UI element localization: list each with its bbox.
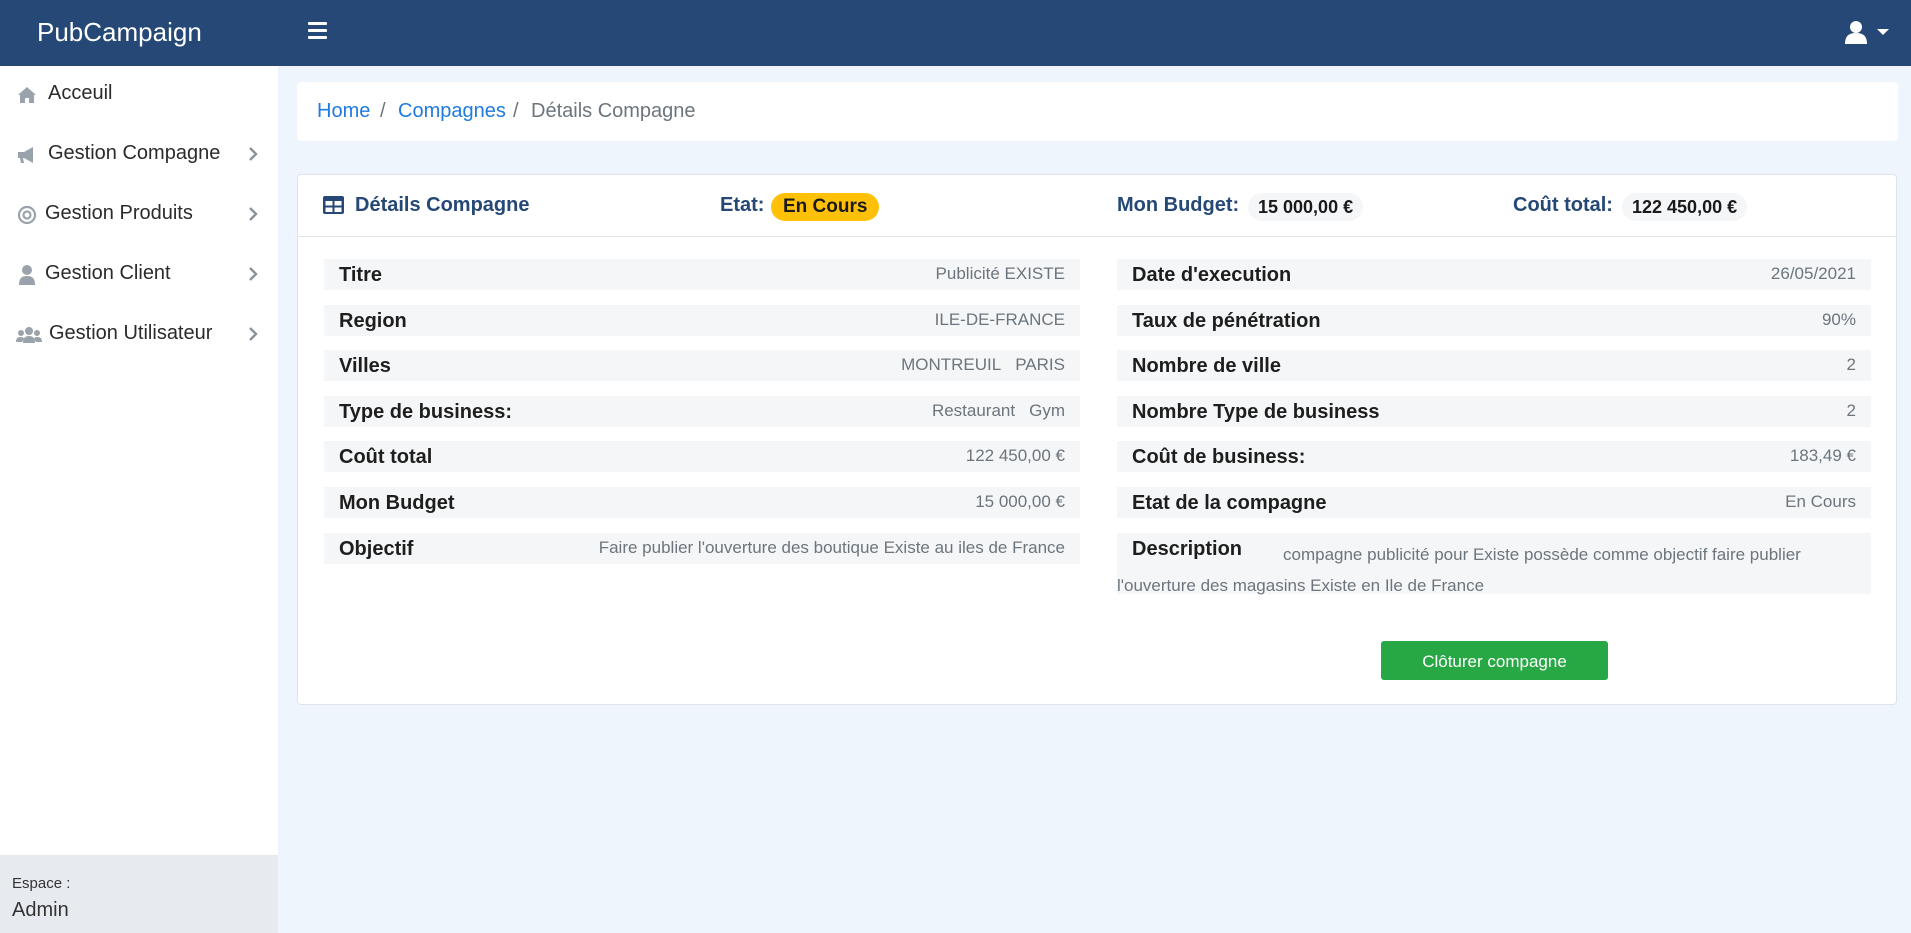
top-navbar: PubCampaign bbox=[0, 0, 1911, 66]
users-icon bbox=[16, 327, 42, 343]
bullseye-icon bbox=[17, 205, 37, 225]
sidebar-item-label: Gestion Client bbox=[45, 262, 171, 284]
sidebar-item-gestion-client[interactable]: Gestion Client bbox=[0, 246, 278, 302]
budget-badge: 15 000,00 € bbox=[1248, 193, 1364, 221]
budget-label: Mon Budget: bbox=[1117, 194, 1240, 216]
detail-label: Type de business: bbox=[339, 401, 513, 423]
table-icon bbox=[323, 196, 344, 214]
ville-tag: MONTREUIL bbox=[901, 355, 1002, 374]
close-campaign-button[interactable]: Clôturer compagne bbox=[1381, 641, 1608, 680]
detail-label: Etat de la compagne bbox=[1132, 492, 1327, 514]
sidebar-item-gestion-utilisateur[interactable]: Gestion Utilisateur bbox=[0, 306, 278, 362]
business-type-tag: Restaurant bbox=[931, 401, 1016, 420]
description-text: compagne publicité pour Existe possède c… bbox=[1117, 545, 1801, 595]
detail-row-description: Description compagne publicité pour Exis… bbox=[1117, 533, 1871, 595]
detail-value-list: MONTREUIL PARIS bbox=[901, 355, 1065, 375]
detail-row-taux-penetration: Taux de pénétration 90% bbox=[1117, 305, 1871, 336]
detail-label: Nombre Type de business bbox=[1132, 401, 1380, 423]
etat-status-badge: En Cours bbox=[771, 193, 880, 221]
detail-row-type-business: Type de business: Restaurant Gym bbox=[324, 396, 1080, 427]
detail-value: 15 000,00 € bbox=[975, 492, 1065, 511]
detail-label: Villes bbox=[339, 355, 391, 377]
detail-label: Region bbox=[339, 310, 407, 332]
detail-row-nombre-ville: Nombre de ville 2 bbox=[1117, 350, 1871, 381]
card-title: Détails Compagne bbox=[355, 194, 530, 216]
user-icon bbox=[19, 265, 35, 285]
chevron-right-icon bbox=[249, 327, 258, 341]
sidebar-item-label: Gestion Compagne bbox=[48, 142, 221, 164]
detail-value: ILE-DE-FRANCE bbox=[934, 310, 1065, 329]
detail-label: Nombre de ville bbox=[1132, 355, 1281, 377]
detail-label: Coût total bbox=[339, 446, 433, 468]
detail-row-etat-compagne: Etat de la compagne En Cours bbox=[1117, 487, 1871, 518]
caret-down-icon bbox=[1877, 29, 1889, 35]
breadcrumb-home-link[interactable]: Home bbox=[317, 100, 370, 123]
brand-logo[interactable]: PubCampaign bbox=[37, 17, 202, 48]
cout-total-badge: 122 450,00 € bbox=[1622, 193, 1748, 221]
detail-row-cout-total: Coût total 122 450,00 € bbox=[324, 441, 1080, 472]
detail-row-region: Region ILE-DE-FRANCE bbox=[324, 305, 1080, 336]
detail-value: 90% bbox=[1821, 310, 1856, 329]
detail-row-date-execution: Date d'execution 26/05/2021 bbox=[1117, 259, 1871, 290]
sidebar-item-label: Gestion Produits bbox=[45, 202, 193, 224]
cout-total-label: Coût total: bbox=[1513, 194, 1613, 216]
breadcrumb-separator: / bbox=[513, 100, 519, 122]
chevron-right-icon bbox=[249, 147, 258, 161]
etat-label: Etat: bbox=[720, 194, 765, 216]
detail-row-mon-budget: Mon Budget 15 000,00 € bbox=[324, 487, 1080, 518]
user-icon bbox=[1845, 21, 1867, 44]
sidebar-item-label: Acceuil bbox=[48, 82, 113, 104]
menu-toggle-icon[interactable] bbox=[308, 22, 327, 39]
business-type-tag: Gym bbox=[1029, 401, 1065, 420]
workspace-value: Admin bbox=[12, 899, 69, 921]
detail-value: 2 bbox=[1846, 401, 1856, 420]
sidebar-item-acceuil[interactable]: Acceuil bbox=[0, 66, 278, 122]
detail-value: En Cours bbox=[1785, 492, 1856, 511]
chevron-right-icon bbox=[249, 207, 258, 221]
detail-row-objectif: Objectif Faire publier l'ouverture des b… bbox=[324, 533, 1080, 564]
detail-value-list: Restaurant Gym bbox=[932, 401, 1065, 421]
breadcrumb: Home / Compagnes / Détails Compagne bbox=[297, 82, 1898, 141]
detail-label: Objectif bbox=[339, 538, 414, 560]
detail-value: 183,49 € bbox=[1789, 446, 1856, 465]
breadcrumb-compagnes-link[interactable]: Compagnes bbox=[398, 100, 506, 123]
detail-row-titre: Titre Publicité EXISTE bbox=[324, 259, 1080, 290]
detail-row-cout-business: Coût de business: 183,49 € bbox=[1117, 441, 1871, 472]
sidebar-item-gestion-produits[interactable]: Gestion Produits bbox=[0, 186, 278, 242]
card-header: Détails Compagne Etat: En Cours Mon Budg… bbox=[298, 175, 1896, 237]
detail-value: 2 bbox=[1846, 355, 1856, 374]
sidebar-footer: Espace : Admin bbox=[0, 855, 278, 933]
detail-label: Mon Budget bbox=[339, 492, 455, 514]
detail-row-nombre-type-business: Nombre Type de business 2 bbox=[1117, 396, 1871, 427]
detail-label: Date d'execution bbox=[1132, 264, 1292, 286]
detail-value: 122 450,00 € bbox=[965, 446, 1065, 465]
detail-value: Publicité EXISTE bbox=[935, 264, 1065, 283]
detail-label: Taux de pénétration bbox=[1132, 310, 1321, 332]
breadcrumb-separator: / bbox=[380, 100, 386, 122]
detail-label: Titre bbox=[339, 264, 382, 286]
bullhorn-icon bbox=[18, 147, 33, 163]
user-menu-dropdown[interactable] bbox=[1845, 18, 1895, 48]
sidebar: Acceuil Gestion Compagne Gestion Produit… bbox=[0, 66, 278, 933]
ville-tag: PARIS bbox=[1015, 355, 1065, 374]
detail-label: Coût de business: bbox=[1132, 446, 1306, 468]
detail-row-villes: Villes MONTREUIL PARIS bbox=[324, 350, 1080, 381]
campaign-details-card: Détails Compagne Etat: En Cours Mon Budg… bbox=[297, 174, 1897, 705]
breadcrumb-current: Détails Compagne bbox=[531, 100, 696, 122]
workspace-label: Espace : bbox=[12, 875, 71, 892]
sidebar-item-gestion-compagne[interactable]: Gestion Compagne bbox=[0, 126, 278, 182]
home-icon bbox=[18, 87, 36, 103]
detail-value: 26/05/2021 bbox=[1770, 264, 1856, 283]
sidebar-item-label: Gestion Utilisateur bbox=[49, 322, 213, 344]
detail-value: Faire publier l'ouverture des boutique E… bbox=[598, 538, 1065, 557]
chevron-right-icon bbox=[249, 267, 258, 281]
